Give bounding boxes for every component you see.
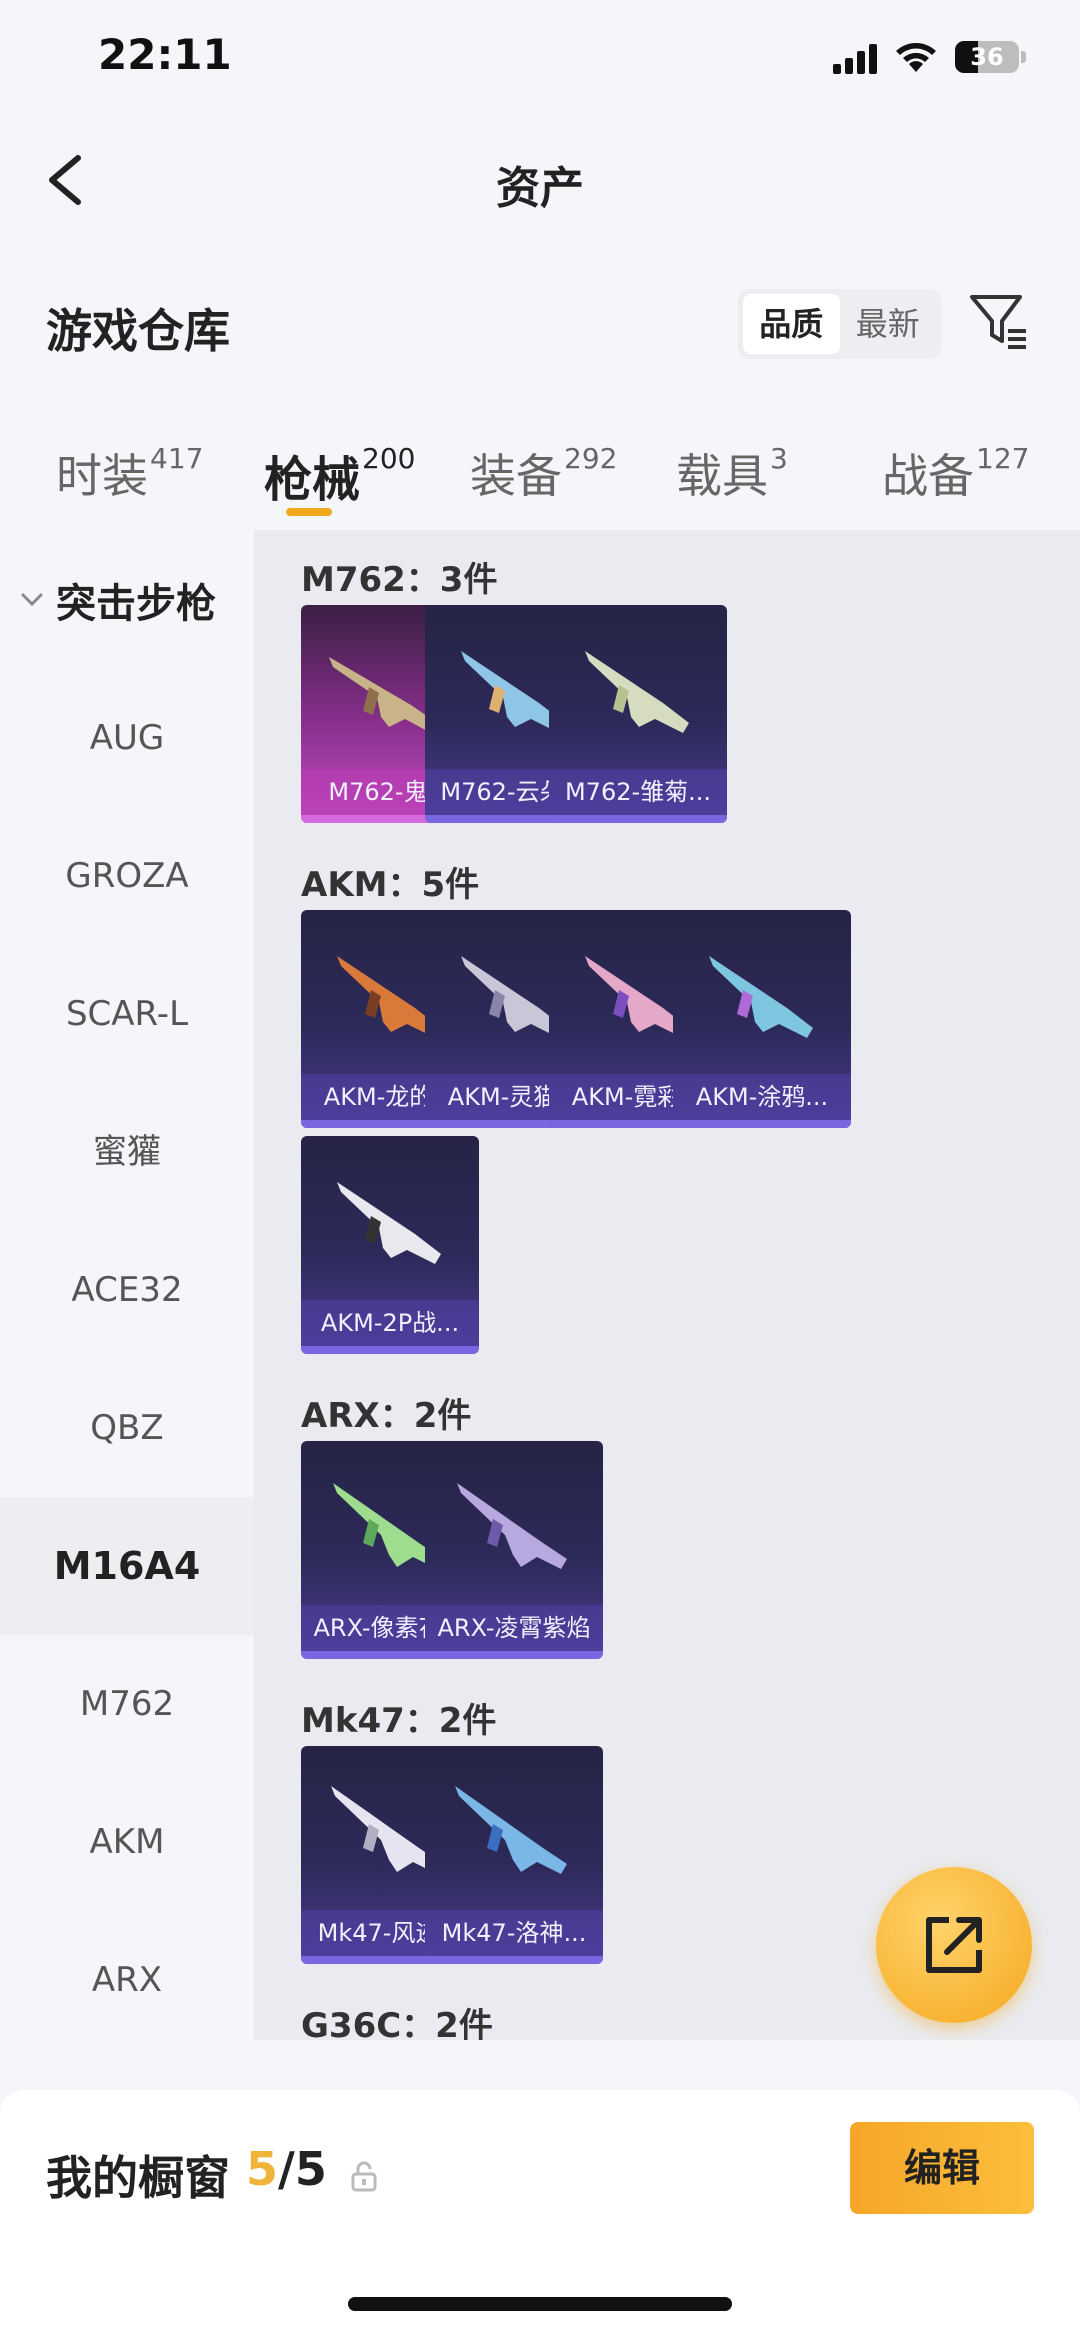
rarity-line xyxy=(425,1956,603,1964)
warehouse-header: 游戏仓库 品质 最新 xyxy=(0,275,1080,375)
category-tabs: 时装417 枪械200 装备292 载具3 战备127 xyxy=(0,425,1080,535)
cellular-signal-icon xyxy=(833,44,877,74)
sort-toggle: 品质 最新 xyxy=(738,289,941,359)
wifi-icon xyxy=(896,43,936,72)
sidebar-item-qbz[interactable]: QBZ xyxy=(0,1359,254,1497)
tab-count: 127 xyxy=(976,442,1030,475)
rarity-line xyxy=(549,815,727,823)
rifle-icon xyxy=(709,956,813,1038)
category-assault-rifles[interactable]: 突击步枪 xyxy=(18,570,216,630)
showcase-current: 5 xyxy=(246,2142,279,2196)
rarity-line xyxy=(673,1120,851,1128)
filter-icon[interactable] xyxy=(966,289,1032,355)
sidebar-item-ace32[interactable]: ACE32 xyxy=(0,1221,254,1359)
tab-supplies[interactable]: 战备127 xyxy=(882,440,1029,520)
battery-level: 36 xyxy=(970,43,1004,71)
section-title: 游戏仓库 xyxy=(46,304,230,358)
weapon-card[interactable]: Mk47-洛神... xyxy=(425,1746,603,1964)
rifle-icon xyxy=(337,1182,441,1264)
sidebar-item-arx[interactable]: ARX xyxy=(0,1911,254,2049)
sidebar-item-groza[interactable]: GROZA xyxy=(0,807,254,945)
tab-label: 战备 xyxy=(882,449,974,503)
weapon-name: ARX-凌霄紫焰 xyxy=(437,1614,591,1642)
rifle-icon xyxy=(457,1483,567,1569)
home-indicator xyxy=(348,2297,732,2311)
tab-label: 枪械 xyxy=(264,452,361,508)
sidebar-item-aug[interactable]: AUG xyxy=(0,669,254,807)
battery-icon: 36 xyxy=(955,41,1019,73)
sidebar-item-honey-badger[interactable]: 蜜獾 xyxy=(0,1083,254,1221)
status-bar: 22:11 36 xyxy=(0,0,1080,120)
group-title: Mk47：2件 xyxy=(301,1701,497,1741)
weapon-name: AKM-2P战... xyxy=(320,1309,460,1337)
rifle-icon xyxy=(585,651,689,733)
weapon-type-sidebar: 突击步枪 AUG GROZA SCAR-L 蜜獾 ACE32 QBZ M16A4… xyxy=(0,530,254,2040)
category-label: 突击步枪 xyxy=(56,581,216,627)
group-title: ARX：2件 xyxy=(301,1396,472,1436)
nav-bar: 资产 xyxy=(0,130,1080,230)
status-time: 22:11 xyxy=(98,30,232,79)
tab-label: 装备 xyxy=(470,449,562,503)
showcase-count: 5/5 xyxy=(246,2142,327,2196)
weapon-name: M762-雏菊... xyxy=(564,778,712,806)
tab-label: 载具 xyxy=(676,449,768,503)
sort-newest-button[interactable]: 最新 xyxy=(840,294,937,354)
tab-label: 时装 xyxy=(56,449,148,503)
weapon-card[interactable]: AKM-2P战... xyxy=(301,1136,479,1354)
sort-quality-button[interactable]: 品质 xyxy=(743,294,840,354)
share-button[interactable] xyxy=(876,1867,1032,2023)
weapon-name: AKM-涂鸦... xyxy=(695,1083,829,1111)
rarity-line xyxy=(301,1346,479,1354)
group-title: AKM：5件 xyxy=(301,865,480,905)
sidebar-item-scar-l[interactable]: SCAR-L xyxy=(0,945,254,1083)
chevron-down-icon xyxy=(21,593,43,607)
rifle-icon xyxy=(455,1786,567,1874)
active-tab-indicator xyxy=(286,508,332,516)
lock-icon xyxy=(351,2161,377,2192)
tab-count: 3 xyxy=(770,442,788,475)
tab-fashion[interactable]: 时装417 xyxy=(56,440,203,520)
sidebar-item-akm[interactable]: AKM xyxy=(0,1773,254,1911)
tab-equipment[interactable]: 装备292 xyxy=(470,440,617,520)
weapon-card[interactable]: ARX-凌霄紫焰 xyxy=(425,1441,603,1659)
tab-count: 200 xyxy=(362,442,416,475)
weapon-card[interactable]: AKM-涂鸦... xyxy=(673,910,851,1128)
showcase-label: 我的橱窗 xyxy=(46,2151,230,2205)
tab-vehicles[interactable]: 载具3 xyxy=(676,440,788,520)
tab-count: 292 xyxy=(564,442,618,475)
page-title: 资产 xyxy=(496,163,584,214)
weapon-list: M762：3件 5级 M762-鬼刀 M762-云朵鹊 M762-雏菊... A… xyxy=(254,530,1080,2040)
showcase-total: /5 xyxy=(278,2142,327,2196)
weapon-card[interactable]: M762-雏菊... xyxy=(549,605,727,823)
battery-tip xyxy=(1021,51,1026,63)
group-title: M762：3件 xyxy=(301,560,498,600)
tab-count: 417 xyxy=(150,442,204,475)
sidebar-item-m16a4[interactable]: M16A4 xyxy=(0,1497,254,1635)
group-title: G36C：2件 xyxy=(301,2006,493,2040)
sidebar-item-m762[interactable]: M762 xyxy=(0,1635,254,1773)
edit-button[interactable]: 编辑 xyxy=(850,2122,1034,2214)
rarity-line xyxy=(425,1651,603,1659)
share-icon xyxy=(926,1917,982,1973)
weapon-name: Mk47-洛神... xyxy=(441,1919,587,1947)
